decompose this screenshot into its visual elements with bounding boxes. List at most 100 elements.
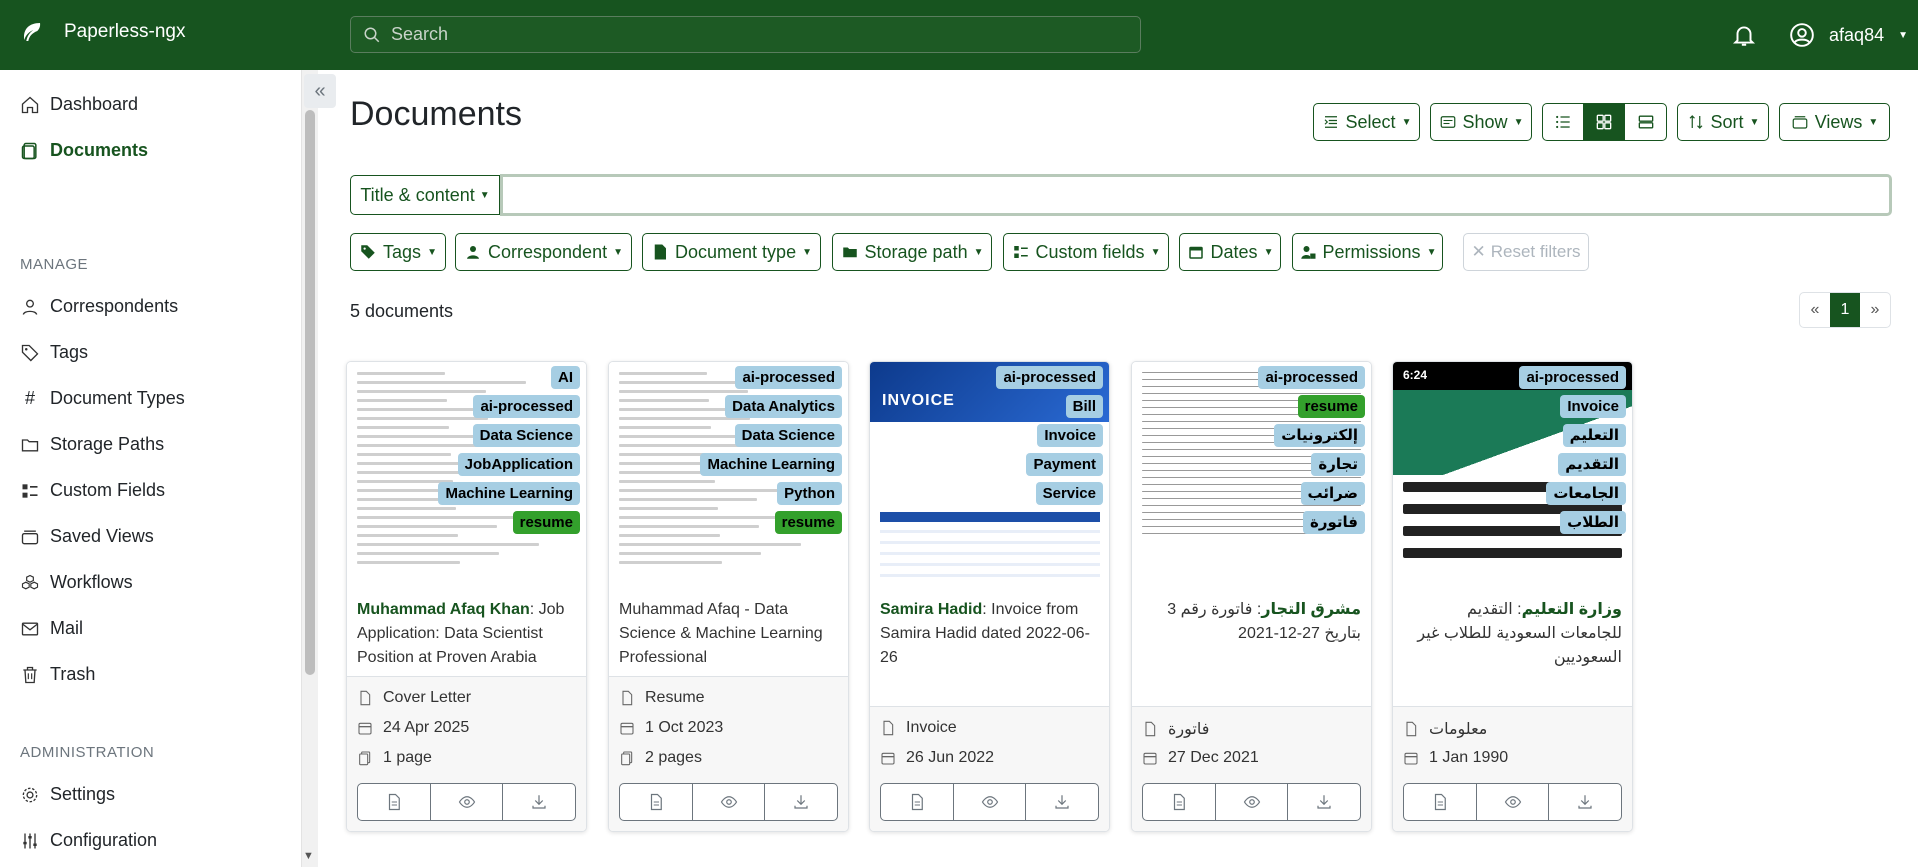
title-content-search-input[interactable] <box>500 174 1892 216</box>
tag-badge[interactable]: Bill <box>1065 395 1103 418</box>
tag-badge[interactable]: التعليم <box>1562 424 1626 447</box>
open-details-button[interactable] <box>620 784 693 820</box>
document-card[interactable]: ai-processed resume إلكترونيات تجارة ضرائب فا… <box>1131 361 1372 832</box>
filter-permissions-button[interactable]: Permissions ▼ <box>1292 233 1443 271</box>
sidebar-item-document-types[interactable]: # Document Types <box>20 388 185 409</box>
tag-badge[interactable]: Data Science <box>472 424 580 447</box>
document-type[interactable]: Cover Letter <box>357 689 471 707</box>
open-details-button[interactable] <box>1404 784 1477 820</box>
show-button[interactable]: Show ▼ <box>1430 103 1532 141</box>
tag-badge[interactable]: resume <box>512 511 580 534</box>
document-type[interactable]: معلومات <box>1403 719 1487 739</box>
correspondent-link[interactable]: Samira Hadid <box>880 601 982 618</box>
document-type[interactable]: Invoice <box>880 719 957 737</box>
reset-filters-button[interactable]: ✕ Reset filters <box>1463 233 1589 271</box>
document-title[interactable]: Samira Hadid: Invoice from Samira Hadid … <box>880 598 1099 670</box>
view-details-button[interactable] <box>1543 104 1584 140</box>
tag-badge[interactable]: Payment <box>1026 453 1103 476</box>
scroll-down-arrow-icon[interactable]: ▼ <box>303 850 314 862</box>
document-card[interactable]: 6:24 ai-processed Invoice التعليم التقديم الج… <box>1392 361 1633 832</box>
tag-badge[interactable]: Machine Learning <box>438 482 580 505</box>
download-button[interactable] <box>765 784 837 820</box>
sidebar-scrollbar-thumb[interactable] <box>305 110 315 675</box>
search-scope-dropdown[interactable]: Title & content ▼ <box>350 175 500 215</box>
document-type[interactable]: Resume <box>619 689 705 707</box>
preview-button[interactable] <box>693 784 766 820</box>
tag-badge[interactable]: ai-processed <box>735 366 842 389</box>
tag-badge[interactable]: Machine Learning <box>700 453 842 476</box>
document-thumbnail[interactable]: 6:24 ai-processed Invoice التعليم التقديم الج… <box>1393 362 1632 588</box>
select-button[interactable]: Select ▼ <box>1313 103 1420 141</box>
tag-badge[interactable]: فاتورة <box>1303 511 1365 534</box>
tag-badge[interactable]: تجارة <box>1311 453 1365 476</box>
tag-badge[interactable]: AI <box>551 366 580 389</box>
collapse-sidebar-button[interactable]: « <box>304 74 336 108</box>
filter-storage-path-button[interactable]: Storage path ▼ <box>832 233 992 271</box>
views-button[interactable]: Views ▼ <box>1779 103 1890 141</box>
filter-dates-button[interactable]: Dates ▼ <box>1179 233 1281 271</box>
user-name[interactable]: afaq84 <box>1829 25 1884 46</box>
sidebar-item-dashboard[interactable]: Dashboard <box>20 94 138 115</box>
sidebar-item-storage-paths[interactable]: Storage Paths <box>20 434 164 455</box>
search-input[interactable]: Search <box>350 16 1141 53</box>
preview-button[interactable] <box>954 784 1027 820</box>
user-avatar-icon[interactable] <box>1789 22 1815 48</box>
preview-button[interactable] <box>1477 784 1550 820</box>
document-title[interactable]: Muhammad Afaq - Data Science & Machine L… <box>619 598 838 670</box>
filter-custom-fields-button[interactable]: Custom fields ▼ <box>1003 233 1169 271</box>
sort-button[interactable]: Sort ▼ <box>1677 103 1769 141</box>
sidebar-item-documents[interactable]: Documents <box>20 140 148 161</box>
open-details-button[interactable] <box>1143 784 1216 820</box>
download-button[interactable] <box>1549 784 1621 820</box>
sidebar-item-trash[interactable]: Trash <box>20 664 95 685</box>
document-title[interactable]: وزارة التعليم: التقديم للجامعات السعودية… <box>1403 598 1622 670</box>
preview-button[interactable] <box>431 784 504 820</box>
tag-badge[interactable]: resume <box>774 511 842 534</box>
correspondent-link[interactable]: وزارة التعليم <box>1522 601 1622 618</box>
tag-badge[interactable]: الطلاب <box>1560 511 1626 534</box>
document-thumbnail[interactable]: INVOICE ai-processed Bill Invoice Payment Ser… <box>870 362 1109 588</box>
tag-badge[interactable]: الجامعات <box>1546 482 1626 505</box>
download-button[interactable] <box>1026 784 1098 820</box>
document-card[interactable]: ai-processed Data Analytics Data Science Ma… <box>608 361 849 832</box>
document-thumbnail[interactable]: AI ai-processed Data Science JobApplication… <box>347 362 586 588</box>
document-thumbnail[interactable]: ai-processed resume إلكترونيات تجارة ضرائب فا… <box>1132 362 1371 588</box>
document-card[interactable]: INVOICE ai-processed Bill Invoice Payment Ser… <box>869 361 1110 832</box>
tag-badge[interactable]: Data Science <box>734 424 842 447</box>
tag-badge[interactable]: resume <box>1297 395 1365 418</box>
tag-badge[interactable]: ضرائب <box>1300 482 1365 505</box>
open-details-button[interactable] <box>881 784 954 820</box>
bell-icon[interactable] <box>1731 22 1757 48</box>
sidebar-item-settings[interactable]: Settings <box>20 784 115 805</box>
sidebar-item-configuration[interactable]: Configuration <box>20 830 157 851</box>
pager-prev-button[interactable]: « <box>1800 293 1830 327</box>
user-menu-caret-icon[interactable]: ▼ <box>1898 30 1908 41</box>
correspondent-link[interactable]: مشرق التجار <box>1261 601 1361 618</box>
sidebar-item-correspondents[interactable]: Correspondents <box>20 296 178 317</box>
document-title[interactable]: مشرق التجار: فاتورة رقم 3 بتاريخ 27-12-2… <box>1142 598 1361 646</box>
open-details-button[interactable] <box>358 784 431 820</box>
filter-correspondent-button[interactable]: Correspondent ▼ <box>455 233 632 271</box>
tag-badge[interactable]: Invoice <box>1037 424 1103 447</box>
correspondent-link[interactable]: Muhammad Afaq Khan <box>357 601 530 618</box>
pager-page-button[interactable]: 1 <box>1830 293 1860 327</box>
filter-tags-button[interactable]: Tags ▼ <box>350 233 446 271</box>
sidebar-item-custom-fields[interactable]: Custom Fields <box>20 480 165 501</box>
preview-button[interactable] <box>1216 784 1289 820</box>
tag-badge[interactable]: ai-processed <box>473 395 580 418</box>
sidebar-item-workflows[interactable]: Workflows <box>20 572 133 593</box>
document-title[interactable]: Muhammad Afaq Khan: Job Application: Dat… <box>357 598 576 670</box>
document-thumbnail[interactable]: ai-processed Data Analytics Data Science Ma… <box>609 362 848 588</box>
download-button[interactable] <box>503 784 575 820</box>
tag-badge[interactable]: Data Analytics <box>725 395 842 418</box>
download-button[interactable] <box>1288 784 1360 820</box>
tag-badge[interactable]: JobApplication <box>457 453 580 476</box>
tag-badge[interactable]: Python <box>777 482 842 505</box>
tag-badge[interactable]: ai-processed <box>1519 366 1626 389</box>
tag-badge[interactable]: التقديم <box>1558 453 1626 476</box>
view-small-cards-button[interactable] <box>1584 104 1625 140</box>
tag-badge[interactable]: إلكترونيات <box>1274 424 1365 447</box>
pager-next-button[interactable]: » <box>1860 293 1890 327</box>
document-type[interactable]: فاتورة <box>1142 719 1209 739</box>
app-brand[interactable]: Paperless-ngx <box>20 20 185 44</box>
